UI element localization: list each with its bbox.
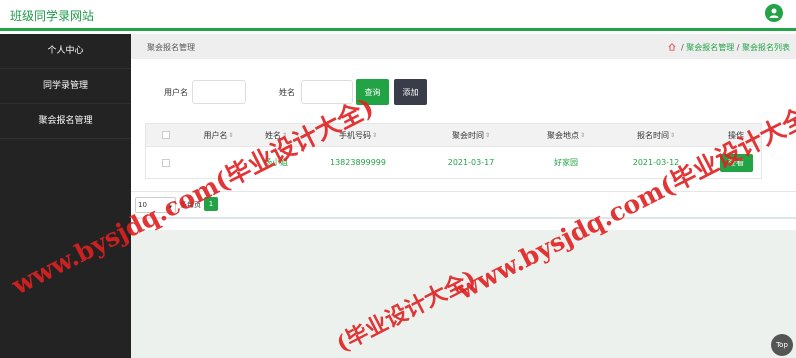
name-label: 姓名	[279, 88, 295, 97]
sidebar-item-classmate-records[interactable]: 同学录管理	[0, 69, 131, 104]
sort-icon[interactable]: ⇕	[580, 132, 585, 139]
breadcrumb-link-party-list[interactable]: 聚会报名列表	[742, 43, 790, 52]
row-checkbox[interactable]	[162, 158, 170, 167]
breadcrumb-separator: /	[680, 43, 684, 52]
cell-phone: 13823899999	[330, 158, 386, 167]
breadcrumb: / 聚会报名管理 / 聚会报名列表	[668, 42, 790, 53]
sort-icon[interactable]: ⇕	[228, 132, 233, 139]
username-search-input[interactable]	[192, 80, 246, 104]
breadcrumb-bar: 聚会报名管理 / 聚会报名管理 / 聚会报名列表	[131, 34, 796, 59]
search-form: 用户名 姓名 查询 添加	[131, 78, 796, 108]
select-all-checkbox[interactable]	[162, 131, 170, 139]
sort-icon[interactable]: ⇕	[670, 132, 675, 139]
back-to-top-button[interactable]: Top	[771, 334, 793, 356]
main-content: 聚会报名管理 / 聚会报名管理 / 聚会报名列表 用户名 姓名 查询 添加 用户…	[131, 34, 796, 358]
user-icon[interactable]	[765, 4, 783, 22]
breadcrumb-separator: /	[736, 43, 740, 52]
username-label: 用户名	[164, 88, 188, 97]
column-header-location[interactable]: 聚会地点 ⇕	[526, 124, 606, 146]
table-header: 用户名 ⇕ 姓名 ⇕ 手机号码 ⇕ 聚会时间 ⇕ 聚会地点 ⇕ 报名时间 ⇕ 操作	[145, 123, 762, 147]
cell-party-time: 2021-03-17	[447, 158, 495, 167]
home-icon[interactable]	[668, 43, 676, 53]
sort-icon[interactable]: ⇕	[372, 132, 377, 139]
sidebar-item-personal-center[interactable]: 个人中心	[0, 34, 131, 69]
page-title: 聚会报名管理	[147, 43, 195, 52]
add-button[interactable]: 添加	[394, 79, 427, 105]
sidebar-item-party-signup[interactable]: 聚会报名管理	[0, 104, 131, 139]
column-header-username[interactable]: 用户名 ⇕	[186, 124, 251, 146]
cell-location: 好家园	[554, 158, 578, 167]
breadcrumb-link-party-management[interactable]: 聚会报名管理	[686, 43, 734, 52]
sort-icon[interactable]: ⇕	[485, 132, 490, 139]
site-title: 班级同学录网站	[10, 9, 95, 23]
column-header-party-time[interactable]: 聚会时间 ⇕	[421, 124, 521, 146]
top-bar: 班级同学录网站	[0, 0, 796, 31]
sidebar: 个人中心 同学录管理 聚会报名管理	[0, 34, 131, 358]
column-header-signup-time[interactable]: 报名时间 ⇕	[616, 124, 696, 146]
